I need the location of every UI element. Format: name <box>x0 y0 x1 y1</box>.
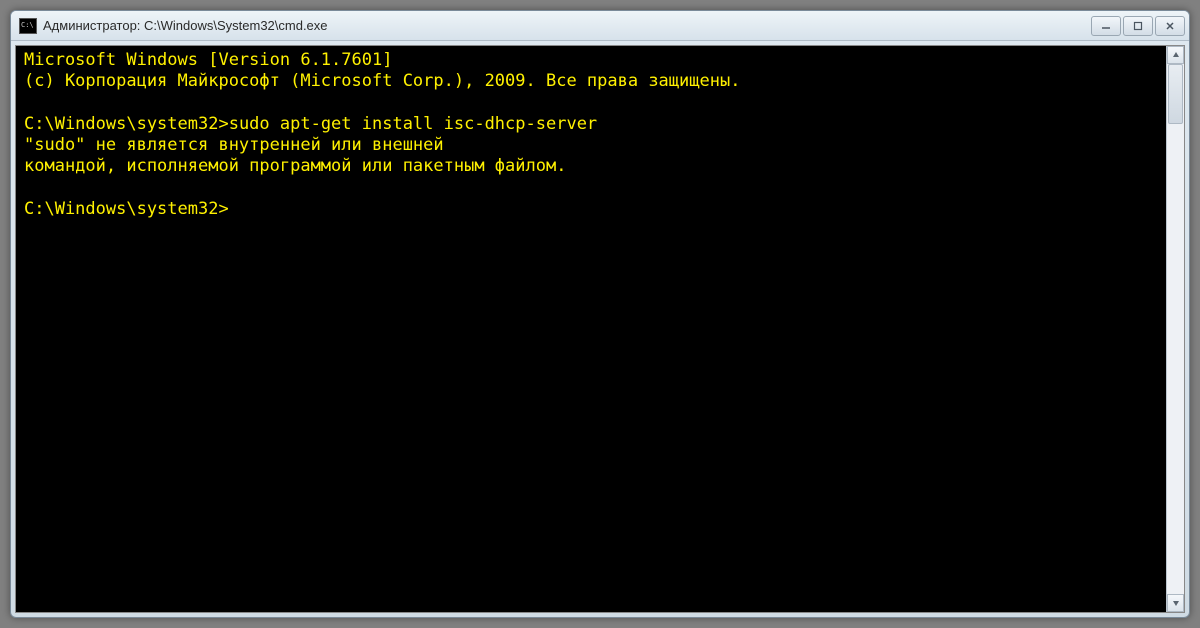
vertical-scrollbar[interactable] <box>1166 46 1184 612</box>
banner-line: (c) Корпорация Майкрософт (Microsoft Cor… <box>24 71 740 91</box>
titlebar[interactable]: Администратор: C:\Windows\System32\cmd.e… <box>11 11 1189 41</box>
scroll-up-button[interactable] <box>1167 46 1184 64</box>
scrollbar-track[interactable] <box>1167 64 1184 594</box>
scroll-down-button[interactable] <box>1167 594 1184 612</box>
cmd-icon <box>19 18 37 34</box>
error-output: "sudo" не является внутренней или внешне… <box>24 135 444 155</box>
client-area: Microsoft Windows [Version 6.1.7601] (c)… <box>15 45 1185 613</box>
maximize-button[interactable] <box>1123 16 1153 36</box>
minimize-button[interactable] <box>1091 16 1121 36</box>
cmd-window: Администратор: C:\Windows\System32\cmd.e… <box>10 10 1190 618</box>
command-input: sudo apt-get install isc-dhcp-server <box>229 114 597 134</box>
prompt: C:\Windows\system32> <box>24 114 229 134</box>
close-button[interactable] <box>1155 16 1185 36</box>
window-title: Администратор: C:\Windows\System32\cmd.e… <box>43 18 1091 33</box>
prompt: C:\Windows\system32> <box>24 199 229 219</box>
window-controls <box>1091 16 1185 36</box>
scrollbar-thumb[interactable] <box>1168 64 1183 124</box>
terminal[interactable]: Microsoft Windows [Version 6.1.7601] (c)… <box>16 46 1166 612</box>
error-output: командой, исполняемой программой или пак… <box>24 156 566 176</box>
banner-line: Microsoft Windows [Version 6.1.7601] <box>24 50 392 70</box>
